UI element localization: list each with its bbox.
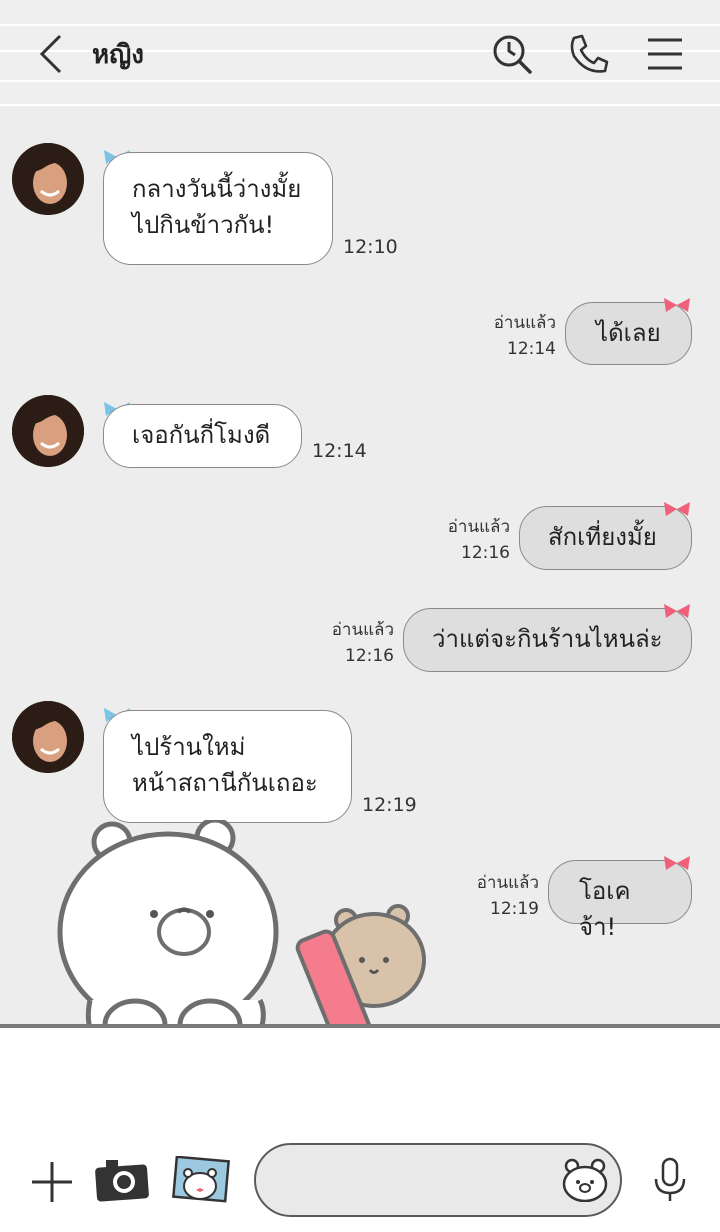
read-label: อ่านแล้ว bbox=[331, 620, 394, 640]
message-time: 12:10 bbox=[343, 236, 398, 258]
bow-icon bbox=[664, 604, 690, 618]
message-time: 12:19 bbox=[490, 899, 539, 919]
bow-icon bbox=[664, 502, 690, 516]
message-time: 12:14 bbox=[312, 440, 367, 462]
message-time: 12:14 bbox=[507, 339, 556, 359]
message-bubble[interactable]: ไปร้านใหม่ หน้าสถานีกันเถอะ bbox=[103, 710, 352, 823]
read-label: อ่านแล้ว bbox=[493, 313, 556, 333]
message-time: 12:16 bbox=[345, 646, 394, 666]
read-label: อ่านแล้ว bbox=[476, 873, 539, 893]
message-bubble[interactable]: ว่าแต่จะกินร้านไหนล่ะ bbox=[403, 608, 692, 672]
avatar[interactable] bbox=[12, 701, 84, 773]
avatar[interactable] bbox=[12, 395, 84, 467]
chat-header: หญิง bbox=[0, 0, 720, 106]
header-stripe bbox=[0, 24, 720, 26]
gallery-icon[interactable] bbox=[172, 1155, 230, 1208]
avatar[interactable] bbox=[12, 143, 84, 215]
read-status: อ่านแล้ว 12:14 bbox=[470, 310, 556, 362]
microphone-icon[interactable] bbox=[652, 1157, 688, 1207]
read-label: อ่านแล้ว bbox=[447, 517, 510, 537]
chat-title: หญิง bbox=[92, 40, 144, 70]
message-bubble[interactable]: กลางวันนี้ว่างมั้ย ไปกินข้าวกัน! bbox=[103, 152, 333, 265]
header-stripe bbox=[0, 80, 720, 82]
message-bubble[interactable]: เจอกันกี่โมงดี bbox=[103, 404, 302, 468]
camera-icon[interactable] bbox=[94, 1156, 150, 1208]
header-stripe bbox=[0, 104, 720, 106]
read-status: อ่านแล้ว 12:16 bbox=[424, 514, 510, 566]
message-time: 12:19 bbox=[362, 794, 417, 816]
search-history-icon[interactable] bbox=[490, 32, 534, 76]
bow-icon bbox=[664, 298, 690, 312]
phone-icon[interactable] bbox=[566, 32, 610, 76]
bow-icon bbox=[664, 856, 690, 870]
read-status: อ่านแล้ว 12:16 bbox=[308, 617, 394, 669]
read-status: อ่านแล้ว 12:19 bbox=[453, 870, 539, 922]
back-icon[interactable] bbox=[34, 32, 74, 76]
message-time: 12:16 bbox=[461, 543, 510, 563]
sticker-icon[interactable] bbox=[562, 1158, 608, 1206]
plus-icon[interactable] bbox=[30, 1160, 74, 1208]
menu-icon[interactable] bbox=[644, 32, 688, 76]
